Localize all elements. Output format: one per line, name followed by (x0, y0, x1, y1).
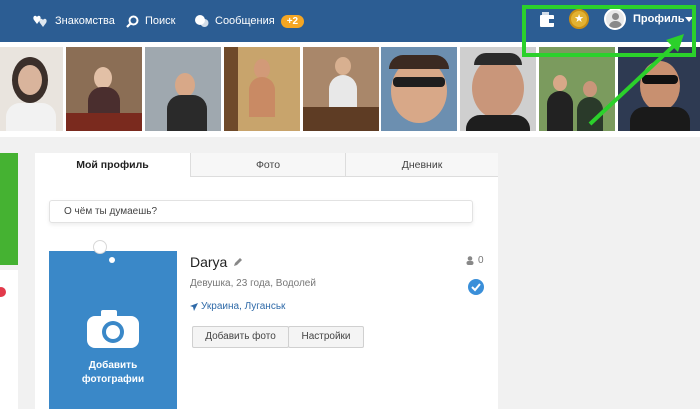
hearts-icon (33, 15, 47, 27)
friends-count[interactable]: 0 (478, 255, 484, 266)
user-thumbnail[interactable] (460, 47, 536, 131)
pencil-icon[interactable] (233, 257, 243, 267)
tab-photo[interactable]: Фото (190, 153, 345, 177)
location-arrow-icon (190, 303, 198, 311)
search-icon (126, 15, 139, 28)
photo-notch (93, 240, 107, 254)
tab-my-profile[interactable]: Мой профиль (35, 153, 190, 177)
status-input[interactable]: О чём ты думаешь? (49, 200, 473, 223)
profile-card: Мой профиль Фото Дневник О чём ты думаеш… (35, 153, 498, 409)
user-thumbnail[interactable] (145, 47, 221, 131)
messages-count-badge: +2 (280, 14, 305, 28)
settings-button[interactable]: Настройки (288, 326, 364, 348)
verified-check-icon (468, 279, 484, 295)
nav-messages[interactable]: Сообщения +2 (194, 0, 305, 42)
profile-location[interactable]: Украина, Луганськ (201, 301, 285, 312)
nav-search-label: Поиск (145, 15, 176, 27)
nav-search[interactable]: Поиск (126, 0, 175, 42)
pointer-arrow-icon (588, 34, 684, 126)
user-thumbnail[interactable] (303, 47, 379, 131)
user-thumbnail[interactable] (0, 47, 63, 131)
profile-tabs: Мой профиль Фото Дневник (35, 153, 498, 177)
nav-dating[interactable]: Знакомства (32, 0, 115, 42)
add-photo-caption: Добавить фотографии (81, 360, 145, 385)
user-thumbnail[interactable] (66, 47, 142, 131)
camera-icon (87, 310, 139, 348)
add-photo-area[interactable]: Добавить фотографии (49, 251, 177, 409)
user-icon (466, 256, 474, 265)
profile-details: Девушка, 23 года, Водолей (190, 278, 316, 289)
user-thumbnail[interactable] (224, 47, 300, 131)
add-photo-button[interactable]: Добавить фото (192, 326, 289, 348)
nav-messages-label: Сообщения (215, 15, 275, 27)
nav-dating-label: Знакомства (55, 15, 115, 27)
chat-bubbles-icon (195, 15, 209, 27)
left-sidebar-accent (0, 153, 18, 265)
tab-diary[interactable]: Дневник (345, 153, 498, 177)
profile-name: Darya (190, 254, 228, 270)
user-thumbnail[interactable] (381, 47, 457, 131)
photo-notch-dot (109, 257, 115, 263)
